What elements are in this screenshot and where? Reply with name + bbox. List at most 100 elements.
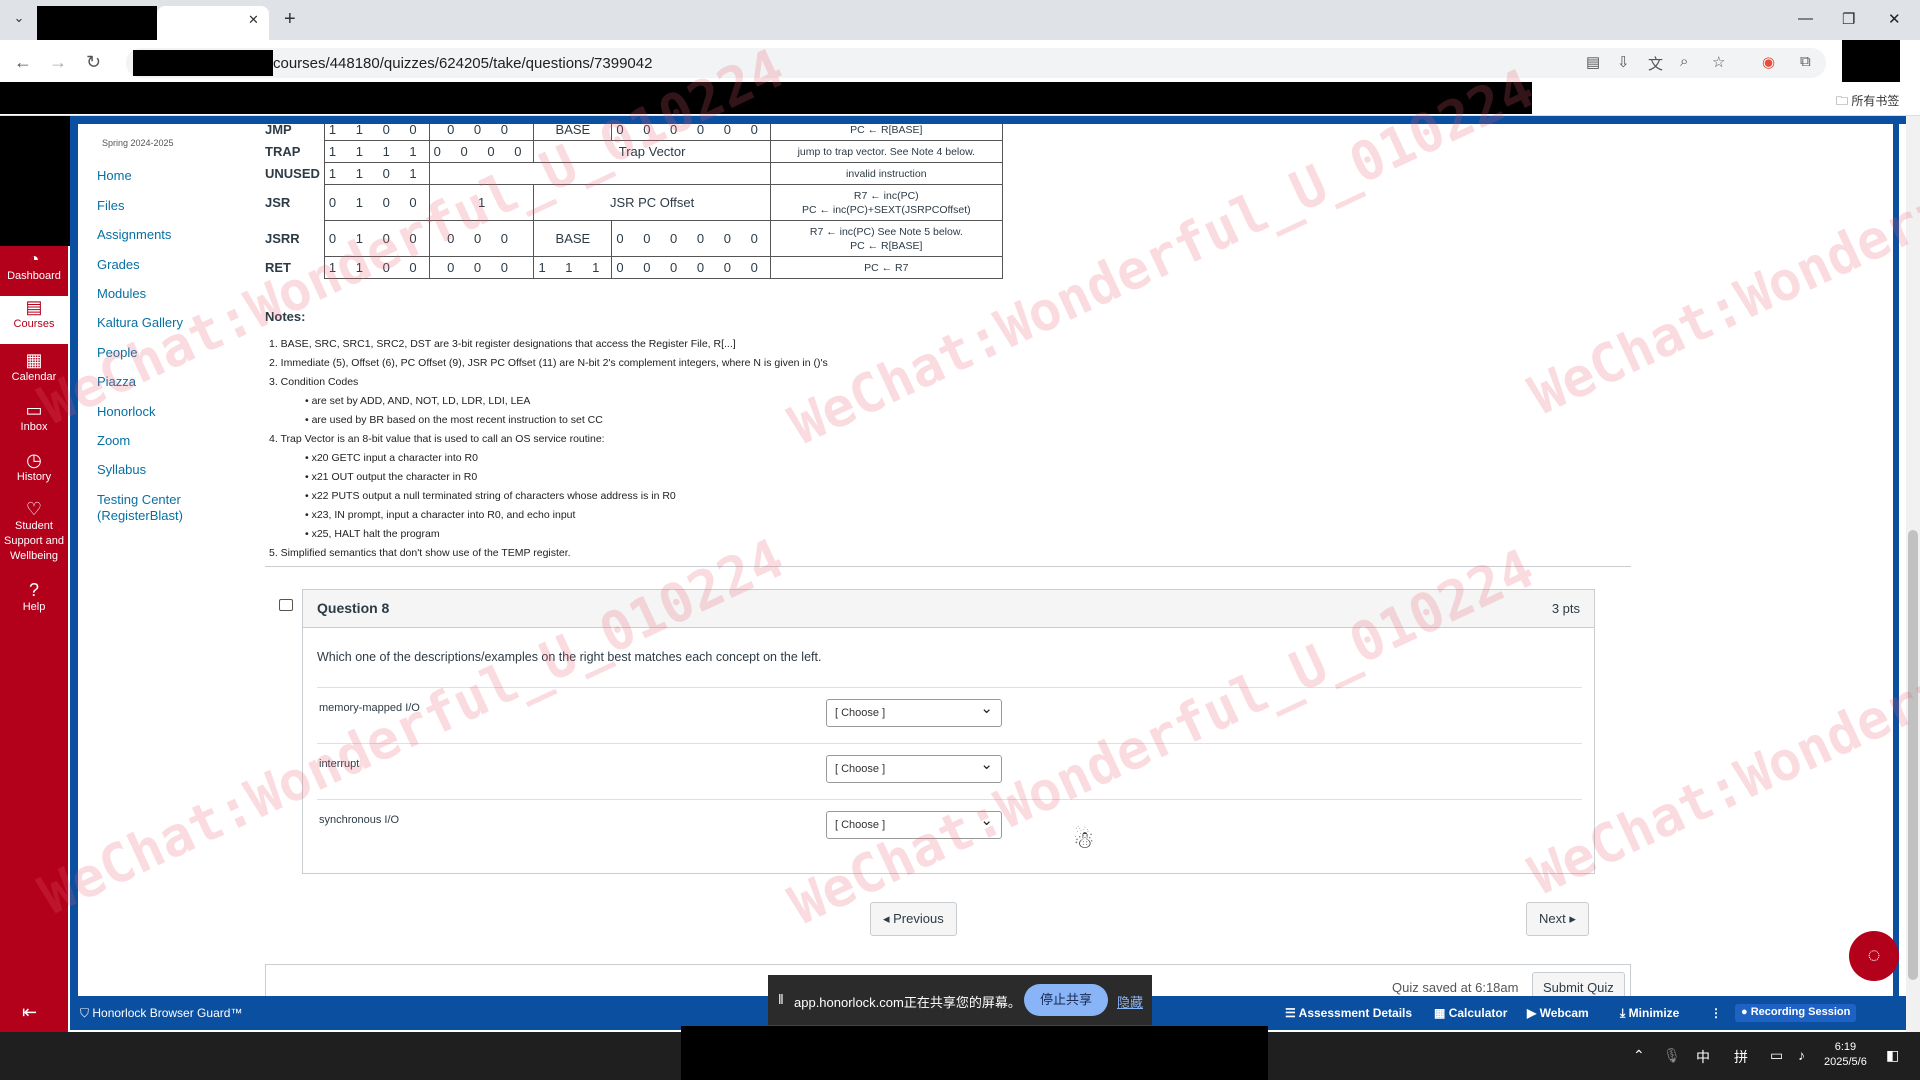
stop-sharing-button[interactable]: 停止共享	[1024, 984, 1108, 1016]
course-nav-assignments[interactable]: Assignments	[97, 227, 171, 243]
course-nav-modules[interactable]: Modules	[97, 286, 146, 302]
note-3a-text: are set by ADD, AND, NOT, LD, LDR, LDI, …	[311, 395, 531, 407]
bit-field: 0 0 0 0 0 0	[611, 256, 771, 279]
question-points: 3 pts	[1551, 601, 1580, 616]
nav-support[interactable]: ♡ Student Support and Wellbeing	[0, 500, 68, 564]
course-nav-people[interactable]: People	[97, 345, 137, 361]
minimize-window-icon[interactable]: —	[1798, 10, 1813, 27]
minimize-button[interactable]: ⤓ Minimize	[1620, 1006, 1679, 1021]
back-icon[interactable]: ←	[14, 52, 32, 73]
note-4: 4. Trap Vector is an 8-bit value that is…	[269, 433, 605, 445]
note-4b: • x21 OUT output the character in R0	[305, 471, 478, 483]
match-select[interactable]: [ Choose ]	[826, 752, 1002, 783]
redacted-bookmarks	[0, 82, 1532, 114]
forward-icon[interactable]: →	[49, 52, 67, 73]
tab-strip: ⌄ ✕ + — ❐ ✕	[0, 0, 1920, 40]
global-navigation: ◔ Dashboard ▤ Courses ▦ Calendar ▭ Inbox ◷ Hi…	[0, 116, 78, 1034]
isa-row-ret: RET 1 1 0 0 0 0 0 1 1 1 0 0 0 0 0 0 PC ←…	[265, 256, 1003, 279]
note-5: 5. Simplified semantics that don't show …	[269, 547, 571, 559]
translate-icon[interactable]: 文	[1648, 53, 1663, 74]
match-row: interrupt [ Choose ]	[317, 743, 1582, 799]
quiz-content: JMP 1 1 0 0 0 0 0 BASE 0 0 0 0 0 0 PC ← …	[265, 124, 1631, 1004]
note-4d: • x23, IN prompt, input a character into…	[305, 509, 576, 521]
bookmark-star-icon[interactable]: ☆	[1712, 53, 1725, 71]
microphone-icon[interactable]: 🎙	[1663, 1047, 1681, 1064]
tray-chevron-icon[interactable]: ⌃	[1633, 1047, 1645, 1064]
nav-dashboard[interactable]: ◔ Dashboard	[0, 250, 68, 284]
match-select[interactable]: [ Choose ]	[826, 808, 1002, 839]
course-nav-kaltura[interactable]: Kaltura Gallery	[97, 315, 183, 331]
redacted-tab[interactable]	[37, 6, 157, 40]
calculator-button[interactable]: ▦ Calculator	[1434, 1006, 1507, 1020]
drag-handle-icon[interactable]: ‖	[778, 991, 784, 1007]
isa-row-trap: TRAP 1 1 1 1 0 0 0 0 Trap Vector jump to…	[265, 140, 1003, 163]
isa-row-unused: UNUSED 1 1 0 1 invalid instruction	[265, 162, 1003, 185]
system-clock[interactable]: 6:19 2025/5/6	[1824, 1040, 1867, 1070]
nav-help[interactable]: ? Help	[0, 580, 68, 615]
all-bookmarks-folder[interactable]: 🗀 所有书签	[1836, 92, 1899, 113]
new-tab-icon[interactable]: +	[284, 8, 296, 31]
course-nav-piazza[interactable]: Piazza	[97, 374, 136, 390]
screen-share-bar: ‖ app.honorlock.com正在共享您的屏幕。 停止共享 隐藏	[768, 975, 1152, 1025]
ime-mode[interactable]: 拼	[1734, 1047, 1748, 1067]
extensions-puzzle-icon[interactable]: ⧉	[1800, 53, 1811, 70]
course-nav-grades[interactable]: Grades	[97, 257, 140, 273]
flag-question-icon[interactable]	[279, 599, 293, 611]
collapse-nav-icon[interactable]: ⇤	[22, 1002, 37, 1023]
notification-icon[interactable]: ◧	[1886, 1047, 1899, 1064]
nav-calendar[interactable]: ▦ Calendar	[0, 351, 68, 385]
nav-history-label: History	[16, 471, 52, 483]
courses-icon: ▤	[25, 297, 43, 317]
close-window-icon[interactable]: ✕	[1888, 10, 1901, 28]
bit-field: 1 1 1	[533, 256, 613, 279]
previous-button[interactable]: ◂ Previous	[870, 902, 957, 936]
note-1: 1. BASE, SRC, SRC1, SRC2, DST are 3-bit …	[269, 338, 736, 350]
semantics: jump to trap vector. See Note 4 below.	[769, 140, 1003, 163]
semantics: invalid instruction	[769, 162, 1003, 185]
question-card: Question 8 3 pts Which one of the descri…	[302, 589, 1595, 874]
clock-date: 2025/5/6	[1824, 1056, 1867, 1068]
note-4b-text: x21 OUT output the character in R0	[311, 471, 478, 483]
note-3b: • are used by BR based on the most recen…	[305, 414, 603, 426]
course-nav-home[interactable]: Home	[97, 168, 132, 184]
browser-guard: ⛉ Honorlock Browser Guard™	[80, 1006, 242, 1021]
nav-history[interactable]: ◷ History	[0, 451, 68, 485]
nav-courses[interactable]: ▤ Courses	[0, 296, 68, 344]
next-button[interactable]: Next ▸	[1526, 902, 1589, 936]
network-icon[interactable]: ▭	[1770, 1047, 1783, 1064]
install-icon[interactable]: ⇩	[1617, 53, 1630, 71]
note-4c-text: x22 PUTS output a null terminated string…	[311, 490, 676, 502]
webcam-button[interactable]: ▶ Webcam	[1527, 1006, 1589, 1020]
extension-icon[interactable]: ◉	[1762, 53, 1775, 71]
note-4d-text: x23, IN prompt, input a character into R…	[311, 509, 576, 521]
course-nav-testing-center[interactable]: Testing Center (RegisterBlast)	[97, 492, 197, 524]
zoom-icon[interactable]: ⌕	[1680, 53, 1688, 70]
course-nav-honorlock[interactable]: Honorlock	[97, 404, 156, 420]
help-icon: ?	[28, 580, 39, 600]
reader-icon[interactable]: ▤	[1586, 53, 1600, 71]
nav-inbox[interactable]: ▭ Inbox	[0, 401, 68, 435]
scrollbar-thumb[interactable]	[1908, 530, 1918, 980]
more-options-icon[interactable]: ⋮	[1710, 1006, 1722, 1020]
assessment-details-button[interactable]: ☰ Assessment Details	[1285, 1006, 1412, 1020]
reload-icon[interactable]: ↻	[86, 52, 101, 73]
match-row: memory-mapped I/O [ Choose ]	[317, 687, 1582, 743]
nav-calendar-label: Calendar	[11, 371, 57, 383]
ime-language[interactable]: 中	[1696, 1047, 1710, 1067]
semantics: R7 ← inc(PC) PC ← inc(PC)+SEXT(JSRPCOffse…	[769, 184, 1003, 221]
match-select[interactable]: [ Choose ]	[826, 696, 1002, 727]
course-nav-files[interactable]: Files	[97, 198, 124, 214]
canvas-page: ◔ Dashboard ▤ Courses ▦ Calendar ▭ Inbox ◷ Hi…	[0, 116, 1920, 1034]
hide-share-bar-link[interactable]: 隐藏	[1117, 992, 1143, 1011]
course-nav-syllabus[interactable]: Syllabus	[97, 462, 146, 478]
url-text[interactable]: courses/448180/quizzes/624205/take/quest…	[273, 55, 652, 72]
nav-support-label: Student Support and Wellbeing	[4, 520, 64, 562]
tab-search-icon[interactable]: ⌄	[8, 10, 30, 30]
course-nav-zoom[interactable]: Zoom	[97, 433, 130, 449]
chat-support-icon[interactable]: ◌	[1849, 931, 1899, 981]
question-text: Which one of the descriptions/examples o…	[317, 650, 822, 664]
restore-window-icon[interactable]: ❐	[1842, 10, 1855, 28]
volume-icon[interactable]: ♪	[1798, 1047, 1805, 1063]
redacted-logo	[0, 116, 78, 246]
close-tab-icon[interactable]: ✕	[248, 12, 259, 28]
